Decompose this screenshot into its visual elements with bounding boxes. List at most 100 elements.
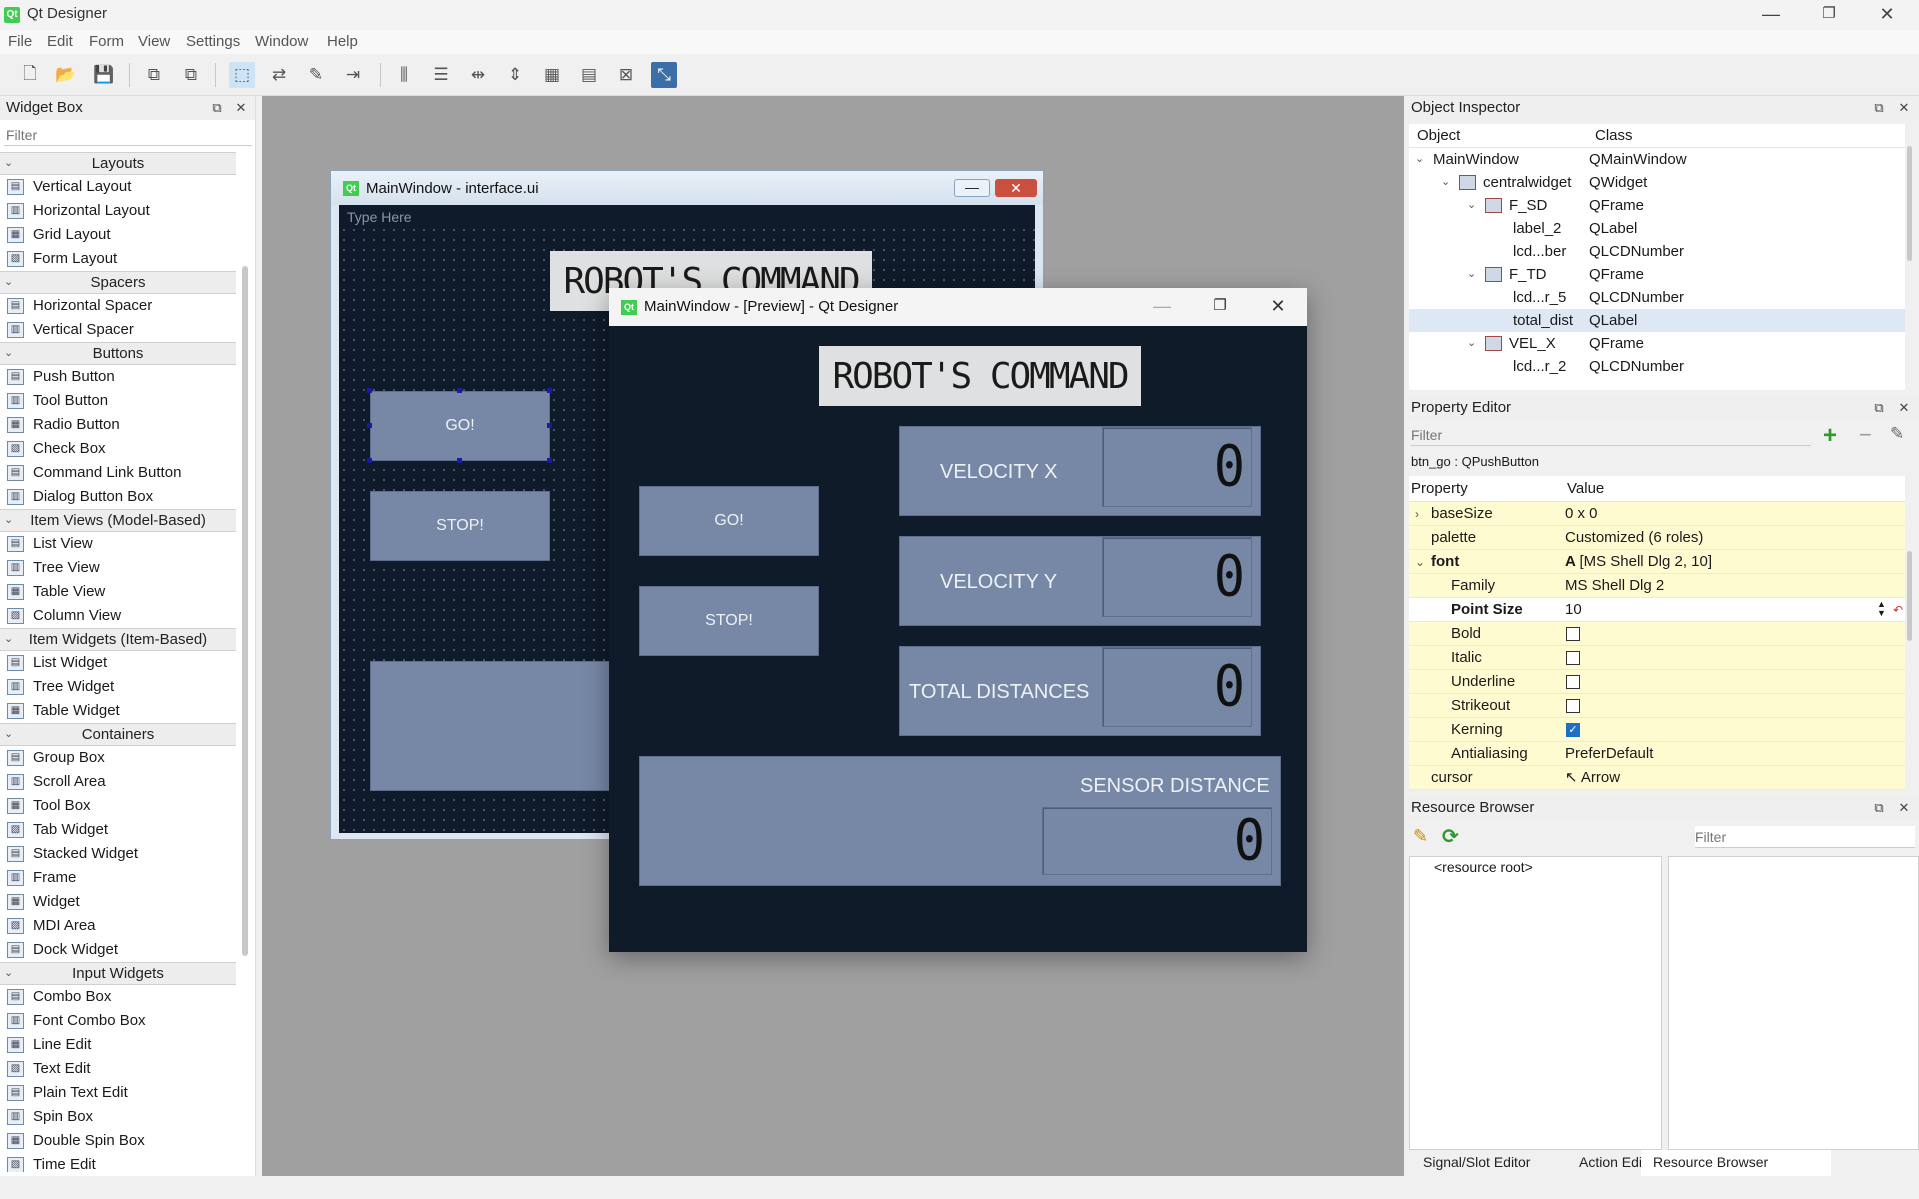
property-value-cell[interactable]: MS Shell Dlg 2 <box>1565 574 1664 598</box>
float-icon[interactable]: ⧉ <box>1871 400 1887 416</box>
selection-handle[interactable] <box>547 388 552 393</box>
property-scrollbar[interactable] <box>1907 551 1912 641</box>
property-checkbox[interactable]: ✓ <box>1566 723 1580 737</box>
chevron-down-icon[interactable]: ⌄ <box>4 343 13 364</box>
property-row[interactable]: Family MS Shell Dlg 2 <box>1409 574 1905 598</box>
property-row[interactable]: palette Customized (6 roles) <box>1409 526 1905 550</box>
property-value-cell[interactable]: A [MS Shell Dlg 2, 10] <box>1565 550 1712 574</box>
send-to-back-icon[interactable]: ⧉ <box>141 62 167 88</box>
widget-category[interactable]: ⌄ Item Views (Model-Based) <box>0 509 236 532</box>
property-row[interactable]: Italic <box>1409 646 1905 670</box>
form-go-button[interactable]: GO! <box>370 391 550 461</box>
chevron-down-icon[interactable]: ⌄ <box>1441 171 1450 194</box>
form-sensor-frame[interactable] <box>370 661 610 791</box>
float-icon[interactable]: ⧉ <box>209 100 225 116</box>
close-icon[interactable]: ✕ <box>233 100 249 116</box>
form-close-button[interactable]: ✕ <box>995 179 1037 197</box>
preview-minimize-button[interactable]: — <box>1133 288 1191 326</box>
chevron-down-icon[interactable]: ⌄ <box>4 510 13 531</box>
widget-item[interactable]: ▥ Horizontal Layout <box>0 199 236 223</box>
close-icon[interactable]: ✕ <box>1896 400 1912 416</box>
object-tree-row[interactable]: lcd...ber QLCDNumber <box>1409 240 1905 263</box>
edit-buddies-icon[interactable]: ✎ <box>303 62 329 88</box>
widget-category[interactable]: ⌄ Containers <box>0 723 236 746</box>
widget-item[interactable]: ▦ Grid Layout <box>0 223 236 247</box>
widget-item[interactable]: ▥ Tree View <box>0 556 236 580</box>
widget-item[interactable]: ▧ Column View <box>0 604 236 628</box>
object-tree-row[interactable]: lcd...r_5 QLCDNumber <box>1409 286 1905 309</box>
property-value-cell[interactable]: PreferDefault <box>1565 742 1653 766</box>
save-icon[interactable]: 💾 <box>91 62 117 88</box>
property-row[interactable]: cursor ↖ Arrow <box>1409 766 1905 790</box>
property-row[interactable]: Kerning ✓ <box>1409 718 1905 742</box>
widget-item[interactable]: ▤ List View <box>0 532 236 556</box>
chevron-down-icon[interactable]: ⌄ <box>4 272 13 293</box>
menu-settings[interactable]: Settings <box>186 33 240 50</box>
object-tree-row[interactable]: ⌄ VEL_X QFrame <box>1409 332 1905 355</box>
widget-item[interactable]: ▧ Tab Widget <box>0 818 236 842</box>
col-property[interactable]: Property <box>1411 480 1468 497</box>
break-layout-icon[interactable]: ⊠ <box>613 62 639 88</box>
bring-to-front-icon[interactable]: ⧉ <box>178 62 204 88</box>
object-tree-row[interactable]: label_2 QLabel <box>1409 217 1905 240</box>
widget-item[interactable]: ▥ Spin Box <box>0 1105 236 1129</box>
add-property-icon[interactable]: + <box>1823 422 1837 450</box>
chevron-down-icon[interactable]: ⌄ <box>4 629 13 650</box>
menu-file[interactable]: File <box>8 33 32 50</box>
widget-item[interactable]: ▧ Time Edit <box>0 1153 236 1172</box>
widget-item[interactable]: ▤ List Widget <box>0 651 236 675</box>
object-tree-row[interactable]: ⌄ MainWindow QMainWindow <box>1409 148 1905 171</box>
widget-category[interactable]: ⌄ Layouts <box>0 152 236 175</box>
form-window-titlebar[interactable]: Qt MainWindow - interface.ui — ✕ <box>331 171 1043 205</box>
selection-handle[interactable] <box>367 423 372 428</box>
configure-icon[interactable]: ✎ <box>1890 424 1904 444</box>
property-checkbox[interactable] <box>1566 627 1580 641</box>
object-tree-row[interactable]: lcd...r_2 QLCDNumber <box>1409 355 1905 378</box>
widget-item[interactable]: ▦ Tool Box <box>0 794 236 818</box>
reload-icon[interactable]: ⟳ <box>1442 824 1459 849</box>
minimize-button[interactable]: — <box>1742 0 1800 30</box>
property-value-cell[interactable]: ↖ Arrow <box>1565 766 1620 790</box>
preview-maximize-button[interactable]: ❐ <box>1191 288 1249 326</box>
edit-signals-slots-icon[interactable]: ⇄ <box>266 62 292 88</box>
menu-edit[interactable]: Edit <box>47 33 73 50</box>
property-checkbox[interactable] <box>1566 651 1580 665</box>
float-icon[interactable]: ⧉ <box>1871 100 1887 116</box>
resource-root[interactable]: <resource root> <box>1434 859 1533 875</box>
widget-item[interactable]: ▥ Tree Widget <box>0 675 236 699</box>
widget-item[interactable]: ▥ Frame <box>0 866 236 890</box>
float-icon[interactable]: ⧉ <box>1871 800 1887 816</box>
widget-item[interactable]: ▥ Dialog Button Box <box>0 485 236 509</box>
col-object[interactable]: Object <box>1417 127 1460 144</box>
property-row[interactable]: ⌄ font A [MS Shell Dlg 2, 10] <box>1409 550 1905 574</box>
property-value-cell[interactable]: Customized (6 roles) <box>1565 526 1703 550</box>
preview-titlebar[interactable]: Qt MainWindow - [Preview] - Qt Designer … <box>609 288 1307 326</box>
tab-signal-slot-editor[interactable]: Signal/Slot Editor <box>1423 1154 1530 1170</box>
edit-widgets-icon[interactable]: ⬚ <box>229 62 255 88</box>
property-checkbox[interactable] <box>1566 699 1580 713</box>
widget-item[interactable]: ▥ Vertical Spacer <box>0 318 236 342</box>
menu-window[interactable]: Window <box>255 33 308 50</box>
form-stop-button[interactable]: STOP! <box>370 491 550 561</box>
widget-item[interactable]: ▥ Font Combo Box <box>0 1009 236 1033</box>
chevron-down-icon[interactable]: ⌄ <box>1467 263 1476 286</box>
new-file-icon[interactable]: 🗋 <box>17 62 43 88</box>
property-value[interactable]: 10 <box>1565 601 1582 618</box>
col-class[interactable]: Class <box>1595 127 1633 144</box>
form-menu-type-here[interactable]: Type Here <box>339 205 1035 229</box>
layout-horizontal-icon[interactable]: ⫼ <box>391 62 417 88</box>
close-icon[interactable]: ✕ <box>1896 100 1912 116</box>
property-value-cell[interactable]: 0 x 0 <box>1565 502 1598 526</box>
edit-resources-icon[interactable]: ✎ <box>1413 826 1428 847</box>
form-minimize-button[interactable]: — <box>954 179 990 197</box>
property-row[interactable]: Strikeout <box>1409 694 1905 718</box>
chevron-down-icon[interactable]: ⌄ <box>4 724 13 745</box>
menu-view[interactable]: View <box>138 33 170 50</box>
object-tree-row[interactable]: ⌄ centralwidget QWidget <box>1409 171 1905 194</box>
property-row[interactable]: Bold <box>1409 622 1905 646</box>
widget-item[interactable]: ▥ Scroll Area <box>0 770 236 794</box>
resource-filter-input[interactable] <box>1695 826 1915 848</box>
widget-item[interactable]: ▥ Tool Button <box>0 389 236 413</box>
property-row[interactable]: Underline <box>1409 670 1905 694</box>
col-value[interactable]: Value <box>1567 480 1604 497</box>
